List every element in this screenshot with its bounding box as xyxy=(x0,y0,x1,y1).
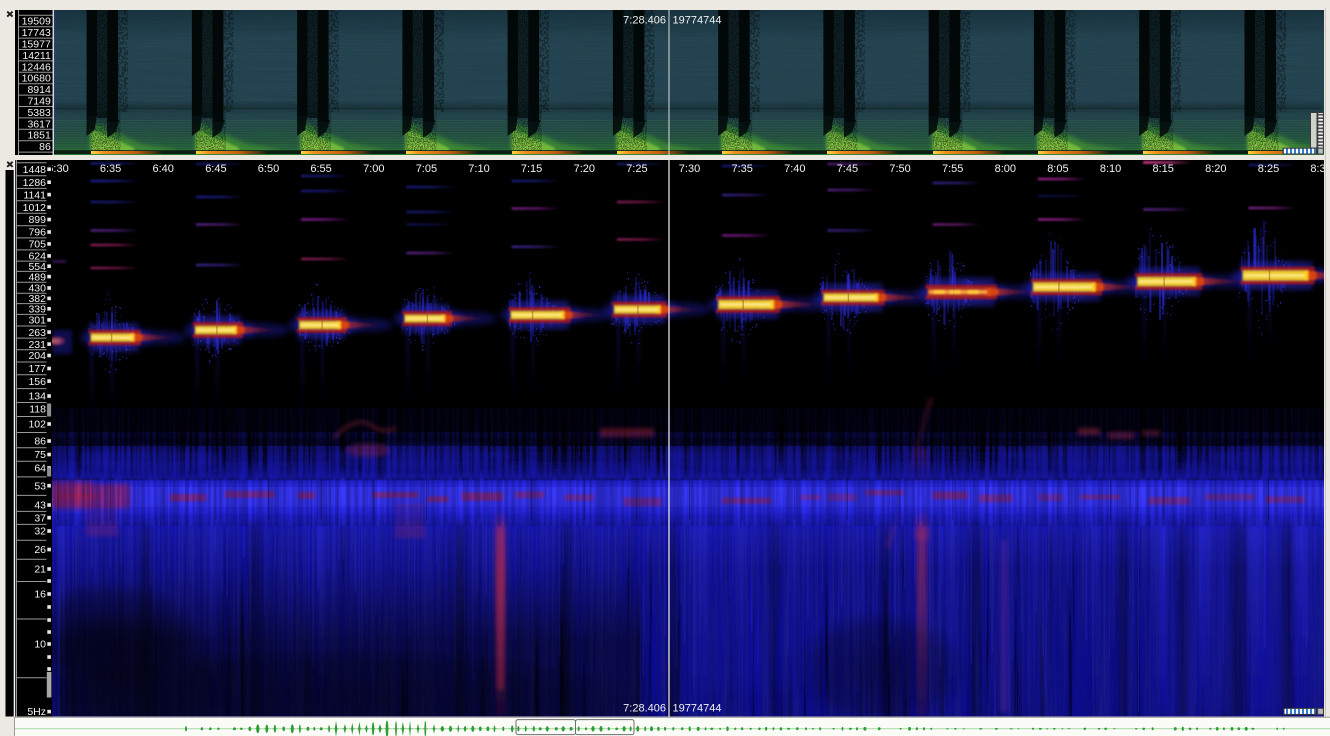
svg-text:7:25: 7:25 xyxy=(626,163,647,175)
svg-text:6:40: 6:40 xyxy=(152,163,173,175)
svg-text:10680: 10680 xyxy=(22,73,51,85)
svg-text:177: 177 xyxy=(28,363,46,375)
svg-text:1851: 1851 xyxy=(27,130,51,142)
svg-text:19774744: 19774744 xyxy=(673,702,722,714)
svg-text:37: 37 xyxy=(34,512,46,524)
svg-text:8:15: 8:15 xyxy=(1152,163,1173,175)
svg-text:263: 263 xyxy=(28,327,46,339)
svg-text:899: 899 xyxy=(28,214,46,226)
svg-text:7:55: 7:55 xyxy=(942,163,963,175)
svg-text:5383: 5383 xyxy=(27,107,51,119)
svg-text:134: 134 xyxy=(28,391,46,403)
svg-text:8:20: 8:20 xyxy=(1205,163,1226,175)
svg-text:86: 86 xyxy=(39,141,51,153)
svg-text:21: 21 xyxy=(34,564,46,576)
svg-text:8:00: 8:00 xyxy=(995,163,1016,175)
svg-text:43: 43 xyxy=(34,500,46,512)
svg-text:7149: 7149 xyxy=(27,96,51,108)
svg-text:6:55: 6:55 xyxy=(310,163,331,175)
svg-text:53: 53 xyxy=(34,480,46,492)
svg-text:7:30: 7:30 xyxy=(679,163,700,175)
svg-text:7:35: 7:35 xyxy=(731,163,752,175)
svg-text:7:28.406: 7:28.406 xyxy=(623,15,666,27)
svg-text:8:10: 8:10 xyxy=(1100,163,1121,175)
svg-text:7:20: 7:20 xyxy=(574,163,595,175)
svg-text:8:05: 8:05 xyxy=(1047,163,1068,175)
svg-text:7:05: 7:05 xyxy=(416,163,437,175)
svg-text:64: 64 xyxy=(34,463,46,475)
svg-text:10: 10 xyxy=(34,639,46,651)
svg-text:489: 489 xyxy=(28,271,46,283)
svg-text:7:28.406: 7:28.406 xyxy=(623,702,666,714)
svg-text:6:50: 6:50 xyxy=(258,163,279,175)
svg-text:156: 156 xyxy=(28,376,46,388)
svg-text:6:35: 6:35 xyxy=(100,163,121,175)
svg-text:6:45: 6:45 xyxy=(205,163,226,175)
svg-text:7:10: 7:10 xyxy=(468,163,489,175)
svg-text:75: 75 xyxy=(34,449,46,461)
svg-text:1286: 1286 xyxy=(23,177,47,189)
svg-text:1448: 1448 xyxy=(23,164,47,176)
svg-text:796: 796 xyxy=(28,227,46,239)
svg-text:7:50: 7:50 xyxy=(889,163,910,175)
svg-text:16: 16 xyxy=(34,589,46,601)
svg-text:301: 301 xyxy=(28,315,46,327)
svg-text:15977: 15977 xyxy=(22,39,51,51)
svg-text:1141: 1141 xyxy=(23,189,46,201)
svg-text:12446: 12446 xyxy=(22,61,51,73)
svg-text:19509: 19509 xyxy=(22,16,51,28)
svg-text:705: 705 xyxy=(28,239,46,251)
svg-text:231: 231 xyxy=(28,339,46,351)
svg-text:1012: 1012 xyxy=(23,202,47,214)
svg-text:7:40: 7:40 xyxy=(784,163,805,175)
svg-text:86: 86 xyxy=(34,436,46,448)
svg-text:102: 102 xyxy=(28,419,46,431)
svg-text:3617: 3617 xyxy=(27,118,51,130)
svg-text:7:45: 7:45 xyxy=(837,163,858,175)
svg-text:7:00: 7:00 xyxy=(363,163,384,175)
svg-text:204: 204 xyxy=(28,350,46,362)
svg-text:8:25: 8:25 xyxy=(1258,163,1279,175)
svg-text:32: 32 xyxy=(34,526,46,538)
svg-text:118: 118 xyxy=(29,404,46,416)
svg-text:17743: 17743 xyxy=(22,27,51,39)
svg-text:7:15: 7:15 xyxy=(521,163,542,175)
svg-text:19774744: 19774744 xyxy=(673,15,722,27)
svg-text:14211: 14211 xyxy=(22,50,51,62)
svg-text:8914: 8914 xyxy=(27,84,51,96)
svg-text:5Hz: 5Hz xyxy=(27,706,46,718)
svg-text:26: 26 xyxy=(34,544,46,556)
